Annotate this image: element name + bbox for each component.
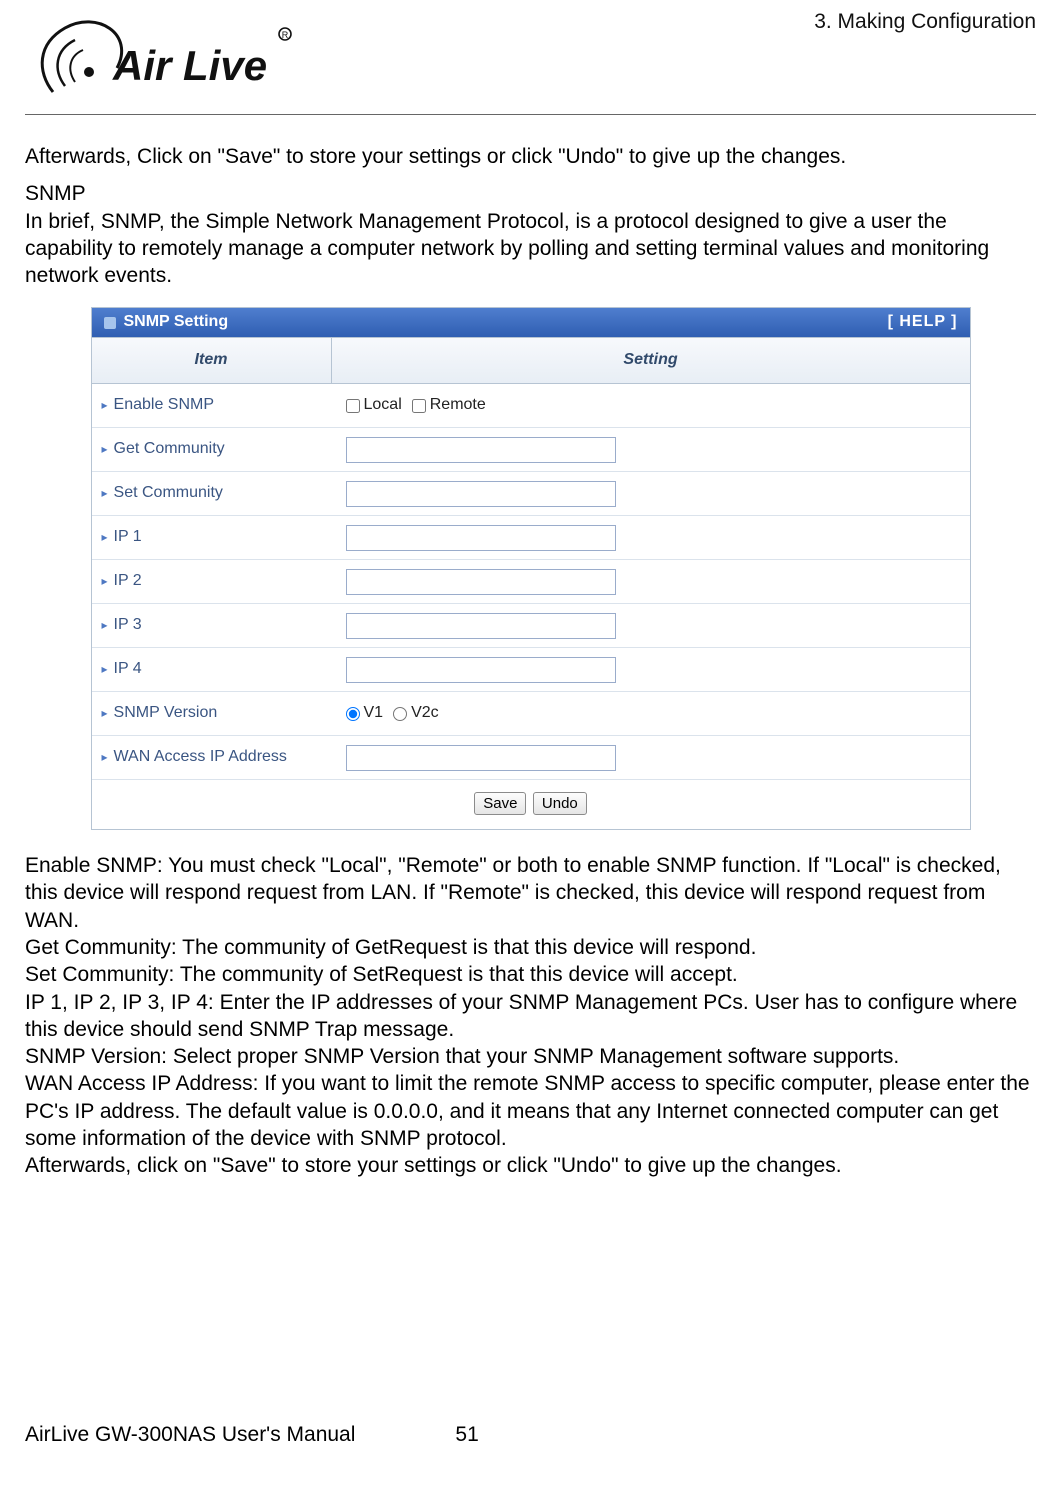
remote-label: Remote	[430, 395, 486, 416]
panel-bullet-icon	[104, 317, 116, 329]
section-text: In brief, SNMP, the Simple Network Manag…	[25, 208, 1036, 290]
column-item-header: Item	[92, 338, 332, 383]
intro-paragraph: Afterwards, Click on "Save" to store you…	[25, 143, 1036, 170]
svg-text:Air Live: Air Live	[112, 42, 267, 89]
brand-logo: Air Live R	[17, 14, 297, 111]
set-community-input[interactable]	[346, 481, 616, 507]
row-snmp-version: ▸ SNMP Version V1 V2c	[92, 692, 970, 736]
footer-manual: AirLive GW-300NAS User's Manual	[25, 1423, 355, 1447]
row-ip3: ▸ IP 3	[92, 604, 970, 648]
column-setting-header: Setting	[332, 338, 970, 383]
row-set-community: ▸ Set Community	[92, 472, 970, 516]
row-label-ip4: IP 4	[114, 659, 142, 680]
row-label-ip1: IP 1	[114, 527, 142, 548]
desc-get: Get Community: The community of GetReque…	[25, 934, 1036, 961]
desc-ips: IP 1, IP 2, IP 3, IP 4: Enter the IP add…	[25, 989, 1036, 1044]
chevron-right-icon: ▸	[102, 486, 108, 502]
v1-radio[interactable]	[346, 707, 360, 721]
page-footer: AirLive GW-300NAS User's Manual 51	[25, 1423, 1036, 1447]
get-community-input[interactable]	[346, 437, 616, 463]
desc-version: SNMP Version: Select proper SNMP Version…	[25, 1043, 1036, 1070]
help-link[interactable]: [ HELP ]	[888, 312, 958, 333]
row-enable-snmp: ▸ Enable SNMP Local Remote	[92, 384, 970, 428]
row-label-ip3: IP 3	[114, 615, 142, 636]
chevron-right-icon: ▸	[102, 442, 108, 458]
panel-header: SNMP Setting [ HELP ]	[92, 308, 970, 338]
chevron-right-icon: ▸	[102, 398, 108, 414]
chevron-right-icon: ▸	[102, 574, 108, 590]
chevron-right-icon: ▸	[102, 618, 108, 634]
ip2-input[interactable]	[346, 569, 616, 595]
wan-access-input[interactable]	[346, 745, 616, 771]
chevron-right-icon: ▸	[102, 662, 108, 678]
row-label-ip2: IP 2	[114, 571, 142, 592]
desc-set: Set Community: The community of SetReque…	[25, 961, 1036, 988]
chevron-right-icon: ▸	[102, 530, 108, 546]
row-ip4: ▸ IP 4	[92, 648, 970, 692]
row-label-wan: WAN Access IP Address	[114, 747, 287, 768]
ip1-input[interactable]	[346, 525, 616, 551]
desc-wan: WAN Access IP Address: If you want to li…	[25, 1070, 1036, 1152]
row-label-version: SNMP Version	[114, 703, 218, 724]
columns-header: Item Setting	[92, 338, 970, 384]
row-get-community: ▸ Get Community	[92, 428, 970, 472]
chevron-right-icon: ▸	[102, 750, 108, 766]
svg-text:R: R	[282, 30, 289, 40]
v2c-label: V2c	[411, 703, 439, 724]
local-checkbox[interactable]	[346, 399, 360, 413]
ip4-input[interactable]	[346, 657, 616, 683]
row-ip2: ▸ IP 2	[92, 560, 970, 604]
desc-enable: Enable SNMP: You must check "Local", "Re…	[25, 852, 1036, 934]
panel-title: SNMP Setting	[124, 312, 229, 333]
v2c-radio[interactable]	[393, 707, 407, 721]
desc-final: Afterwards, click on "Save" to store you…	[25, 1152, 1036, 1179]
v1-label: V1	[364, 703, 384, 724]
page-header: 3. Making Configuration Air Live R	[25, 10, 1036, 115]
row-ip1: ▸ IP 1	[92, 516, 970, 560]
chapter-label: 3. Making Configuration	[814, 10, 1036, 34]
ip3-input[interactable]	[346, 613, 616, 639]
remote-checkbox[interactable]	[412, 399, 426, 413]
row-label-enable: Enable SNMP	[114, 395, 215, 416]
chevron-right-icon: ▸	[102, 706, 108, 722]
footer-page-number: 51	[455, 1423, 478, 1447]
save-button[interactable]: Save	[474, 792, 526, 815]
row-wan-access: ▸ WAN Access IP Address	[92, 736, 970, 780]
snmp-setting-panel: SNMP Setting [ HELP ] Item Setting ▸ Enab…	[91, 307, 971, 830]
button-row: Save Undo	[92, 780, 970, 829]
section-heading: SNMP	[25, 180, 1036, 207]
row-label-get: Get Community	[114, 439, 225, 460]
local-label: Local	[364, 395, 402, 416]
undo-button[interactable]: Undo	[533, 792, 587, 815]
row-label-set: Set Community	[114, 483, 223, 504]
